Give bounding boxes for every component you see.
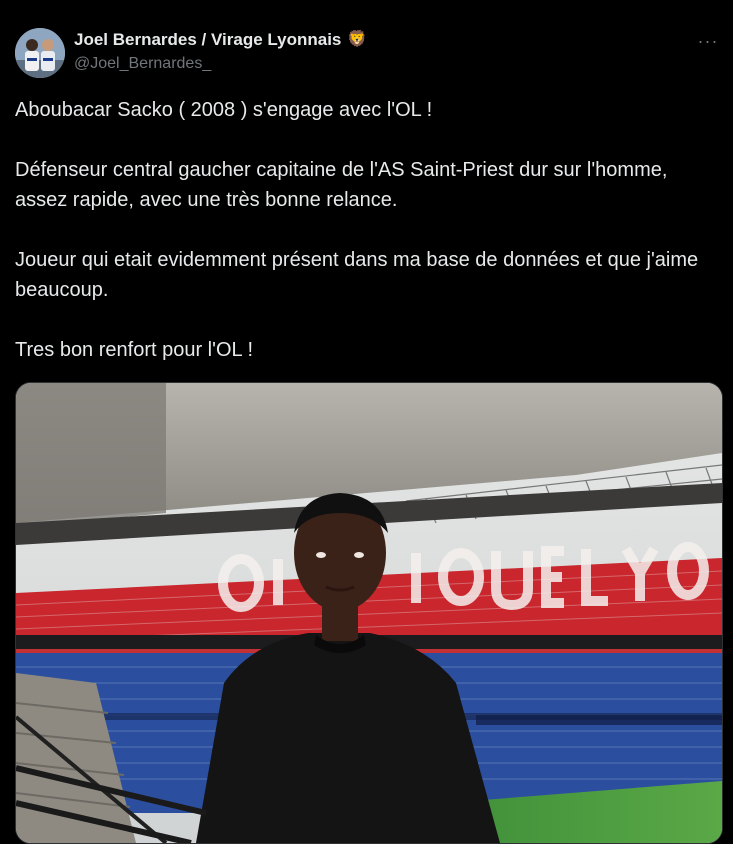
tweet-paragraph: Joueur qui etait evidemment présent dans… bbox=[15, 249, 699, 301]
more-horizontal-icon[interactable]: ··· bbox=[697, 30, 719, 52]
avatar[interactable] bbox=[15, 28, 65, 78]
author-handle[interactable]: @Joel_Bernardes_ bbox=[74, 55, 211, 73]
author-name[interactable]: Joel Bernardes / Virage Lyonnais bbox=[74, 30, 341, 50]
tweet-paragraph: Défenseur central gaucher capitaine de l… bbox=[15, 159, 668, 211]
tweet-card: Joel Bernardes / Virage Lyonnais 🦁 @Joel… bbox=[0, 0, 733, 844]
author-name-row[interactable]: Joel Bernardes / Virage Lyonnais 🦁 bbox=[74, 30, 367, 50]
tweet-photo[interactable] bbox=[15, 382, 723, 844]
tweet-text: Aboubacar Sacko ( 2008 ) s'engage avec l… bbox=[15, 95, 720, 395]
lion-emoji-icon: 🦁 bbox=[347, 31, 368, 48]
tweet-paragraph: Aboubacar Sacko ( 2008 ) s'engage avec l… bbox=[15, 99, 433, 121]
tweet-paragraph: Tres bon renfort pour l'OL ! bbox=[15, 339, 253, 361]
